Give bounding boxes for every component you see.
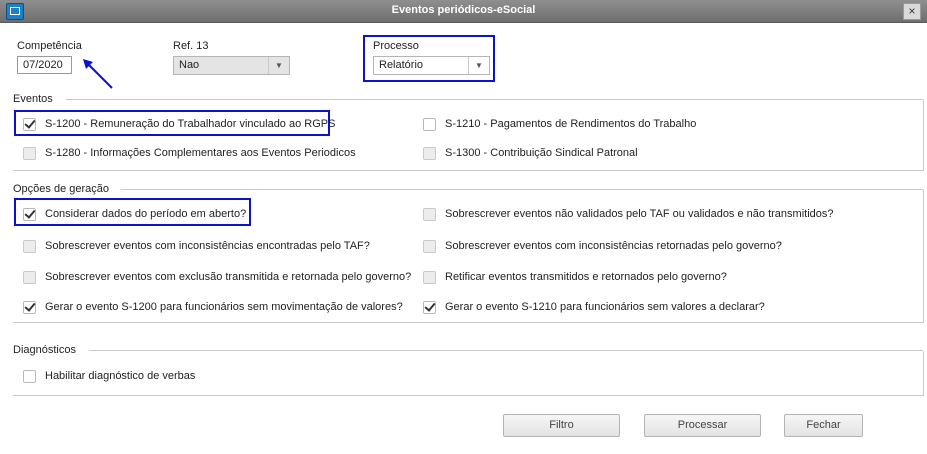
option-label: Sobrescrever eventos com inconsistências…	[45, 240, 370, 252]
option-sobrescrever-nao-validados[interactable]: Sobrescrever eventos não validados pelo …	[423, 206, 834, 222]
option-label: Gerar o evento S-1210 para funcionários …	[445, 301, 765, 313]
option-label: Retificar eventos transmitidos e retorna…	[445, 271, 727, 283]
option-label: Sobrescrever eventos com exclusão transm…	[45, 271, 412, 283]
option-label: S-1200 - Remuneração do Trabalhador vinc…	[45, 118, 336, 130]
ref13-label: Ref. 13	[173, 40, 209, 52]
processo-value: Relatório	[379, 59, 424, 71]
checkbox[interactable]	[23, 300, 36, 314]
chevron-down-icon: ▼	[268, 57, 289, 74]
checkbox[interactable]	[23, 369, 36, 383]
option-gerar-s1200[interactable]: Gerar o evento S-1200 para funcionários …	[23, 299, 403, 315]
checkbox[interactable]	[23, 239, 36, 253]
option-sobrescrever-exclusao[interactable]: Sobrescrever eventos com exclusão transm…	[23, 269, 411, 285]
processar-button[interactable]: Processar	[644, 414, 761, 437]
option-s1200[interactable]: S-1200 - Remuneração do Trabalhador vinc…	[23, 116, 335, 132]
option-sobrescrever-inconsistencias-governo[interactable]: Sobrescrever eventos com inconsistências…	[423, 238, 782, 254]
processo-select[interactable]: Relatório ▼	[373, 56, 490, 75]
option-label: Gerar o evento S-1200 para funcionários …	[45, 301, 403, 313]
filtro-button[interactable]: Filtro	[503, 414, 620, 437]
fechar-button[interactable]: Fechar	[784, 414, 863, 437]
processo-label: Processo	[373, 40, 419, 52]
checkbox[interactable]	[423, 300, 436, 314]
option-sobrescrever-inconsistencias-taf[interactable]: Sobrescrever eventos com inconsistências…	[23, 238, 370, 254]
chevron-down-icon: ▼	[468, 57, 489, 74]
competencia-label: Competência	[17, 40, 82, 52]
checkbox[interactable]	[423, 117, 436, 131]
checkbox[interactable]	[423, 207, 436, 221]
option-gerar-s1210[interactable]: Gerar o evento S-1210 para funcionários …	[423, 299, 765, 315]
checkbox[interactable]	[23, 117, 36, 131]
option-s1280[interactable]: S-1280 - Informações Complementares aos …	[23, 145, 356, 161]
option-label: Sobrescrever eventos não validados pelo …	[445, 208, 834, 220]
ref13-value: Nao	[179, 59, 200, 71]
competencia-input[interactable]: 07/2020	[17, 56, 72, 74]
option-label: Sobrescrever eventos com inconsistências…	[445, 240, 782, 252]
option-label: S-1210 - Pagamentos de Rendimentos do Tr…	[445, 118, 697, 130]
option-s1210[interactable]: S-1210 - Pagamentos de Rendimentos do Tr…	[423, 116, 696, 132]
close-button[interactable]: ×	[903, 3, 921, 20]
option-habilitar-diagnostico[interactable]: Habilitar diagnóstico de verbas	[23, 368, 195, 384]
arrow-annotation-icon	[83, 59, 113, 89]
checkbox[interactable]	[423, 146, 436, 160]
option-retificar-eventos[interactable]: Retificar eventos transmitidos e retorna…	[423, 269, 727, 285]
title-bar: Eventos periódicos-eSocial ×	[0, 0, 927, 23]
checkbox[interactable]	[23, 270, 36, 284]
option-label: S-1300 - Contribuição Sindical Patronal	[445, 147, 638, 159]
option-label: Habilitar diagnóstico de verbas	[45, 370, 196, 382]
option-considerar-periodo[interactable]: Considerar dados do período em aberto?	[23, 206, 246, 222]
ref13-select[interactable]: Nao ▼	[173, 56, 290, 75]
checkbox[interactable]	[23, 207, 36, 221]
window-title: Eventos periódicos-eSocial	[391, 4, 536, 16]
checkbox[interactable]	[423, 239, 436, 253]
option-s1300[interactable]: S-1300 - Contribuição Sindical Patronal	[423, 145, 638, 161]
option-label: S-1280 - Informações Complementares aos …	[45, 147, 356, 159]
checkbox[interactable]	[23, 146, 36, 160]
checkbox[interactable]	[423, 270, 436, 284]
option-label: Considerar dados do período em aberto?	[45, 208, 247, 220]
